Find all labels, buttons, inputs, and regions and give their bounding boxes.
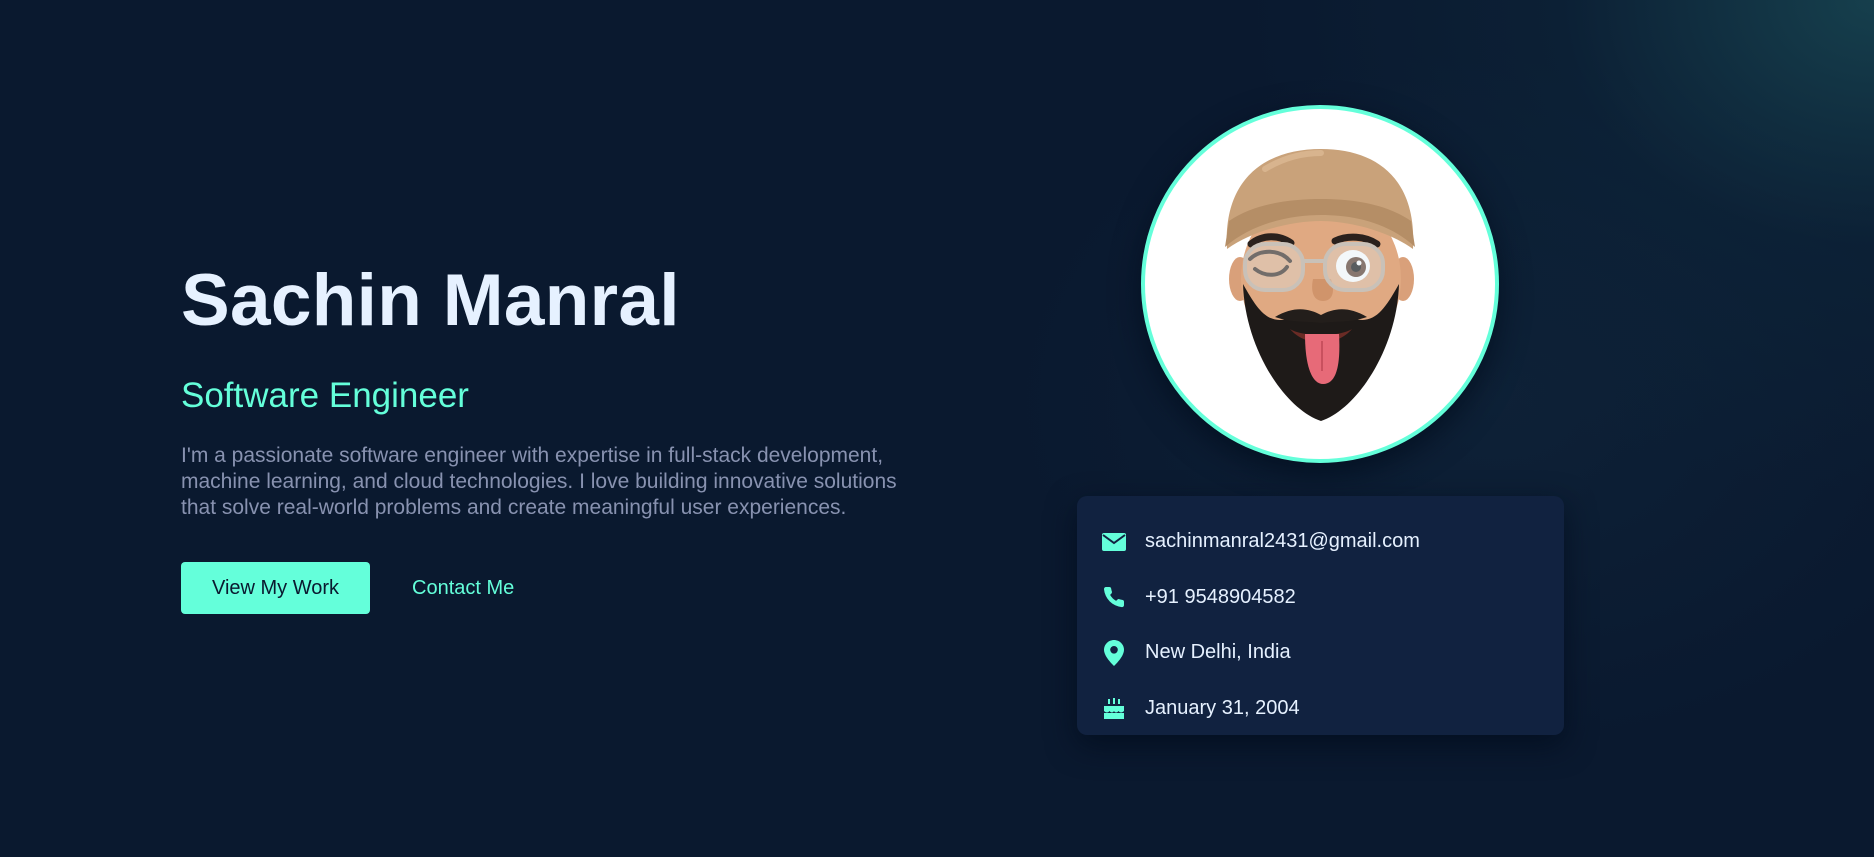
- view-my-work-button[interactable]: View My Work: [181, 562, 370, 614]
- contact-row-email: sachinmanral2431@gmail.com: [1101, 514, 1564, 570]
- contact-location: New Delhi, India: [1145, 641, 1291, 664]
- hero-section: Sachin Manral Software Engineer I'm a pa…: [181, 256, 921, 614]
- envelope-icon: [1101, 529, 1127, 555]
- contact-phone[interactable]: +91 9548904582: [1145, 586, 1296, 609]
- birthday-cake-icon: [1101, 695, 1127, 721]
- contact-row-birthday: January 31, 2004: [1101, 681, 1564, 737]
- contact-me-button[interactable]: Contact Me: [392, 562, 534, 614]
- contact-row-location: New Delhi, India: [1101, 625, 1564, 681]
- profile-avatar: [1141, 105, 1499, 463]
- hero-role: Software Engineer: [181, 376, 469, 415]
- phone-icon: [1101, 584, 1127, 610]
- contact-row-phone: +91 9548904582: [1101, 570, 1564, 626]
- contact-card: sachinmanral2431@gmail.com +91 954890458…: [1077, 496, 1564, 735]
- contact-birthday: January 31, 2004: [1145, 696, 1300, 719]
- hero-buttons: View My Work Contact Me: [181, 562, 921, 614]
- hero-name: Sachin Manral: [181, 260, 680, 341]
- map-pin-icon: [1101, 639, 1127, 666]
- hero-bio: I'm a passionate software engineer with …: [181, 444, 897, 519]
- memoji-avatar-image: [1225, 149, 1415, 421]
- contact-email[interactable]: sachinmanral2431@gmail.com: [1145, 530, 1420, 553]
